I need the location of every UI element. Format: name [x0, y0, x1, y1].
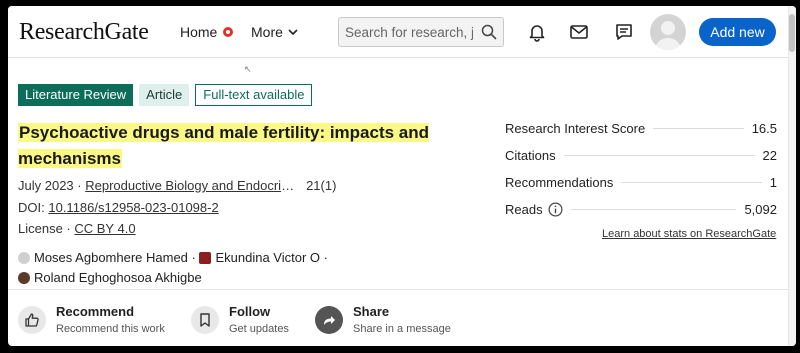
stat-label: Citations — [505, 147, 556, 163]
nav-more-label: More — [251, 24, 283, 40]
mail-icon[interactable] — [569, 22, 589, 42]
journal-link[interactable]: Reproductive Biology and Endocrinology — [85, 178, 295, 193]
author-item[interactable]: Moses Agbomhere Hamed · — [18, 249, 196, 267]
stat-label: Reads — [505, 201, 543, 217]
stat-divider — [563, 154, 755, 156]
share-label: Share — [353, 304, 390, 319]
author-item[interactable]: Ekundina Victor O · — [199, 249, 328, 267]
page-scrollbar[interactable] — [788, 6, 796, 346]
article-tags: Literature Review Article Full-text avai… — [18, 84, 313, 106]
notification-dot-icon — [223, 27, 234, 37]
author-avatar — [18, 252, 30, 264]
nav-more[interactable]: More — [251, 24, 299, 40]
info-icon[interactable] — [548, 202, 563, 217]
article-title-text: Psychoactive drugs and male fertility: i… — [18, 123, 430, 168]
tag-full-text: Full-text available — [195, 84, 313, 106]
learn-stats-link[interactable]: Learn about stats on ResearchGate — [602, 228, 776, 240]
nav-home-label: Home — [180, 24, 218, 40]
top-navbar: ResearchGate Home More Add new — [8, 6, 796, 58]
recommend-button[interactable]: Recommend Recommend this work — [18, 304, 165, 338]
profile-placeholder-icon — [655, 21, 681, 50]
doi-label: DOI: — [18, 200, 45, 215]
follow-sublabel: Get updates — [229, 323, 289, 335]
author-list: Moses Agbomhere Hamed · Ekundina Victor … — [18, 249, 398, 289]
license-link[interactable]: CC BY 4.0 — [74, 221, 135, 236]
search-icon[interactable] — [481, 24, 497, 40]
license-row: License · CC BY 4.0 — [18, 221, 136, 236]
publication-date: July 2023 · — [18, 178, 82, 193]
journal-issue: 21(1) — [306, 178, 337, 193]
share-sublabel: Share in a message — [353, 323, 451, 335]
browser-viewport: ResearchGate Home More Add new ↖ Literat… — [8, 6, 796, 346]
stat-divider — [570, 208, 737, 210]
nav-home[interactable]: Home — [180, 24, 234, 40]
message-icon[interactable] — [614, 22, 634, 42]
recommend-label: Recommend — [56, 304, 135, 319]
doi-row: DOI: 10.1186/s12958-023-01098-2 — [18, 200, 219, 215]
license-label: License · — [18, 221, 71, 236]
user-avatar[interactable] — [650, 14, 686, 50]
bookmark-icon — [191, 306, 219, 334]
stat-divider — [653, 127, 744, 129]
stat-label: Research Interest Score — [505, 120, 646, 136]
bell-icon[interactable] — [527, 22, 547, 42]
recommend-sublabel: Recommend this work — [56, 323, 165, 335]
author-avatar — [199, 252, 212, 264]
tag-literature-review: Literature Review — [18, 84, 134, 106]
search-input[interactable] — [345, 24, 473, 40]
stat-recommendations[interactable]: Recommendations 1 — [505, 173, 777, 191]
researchgate-logo[interactable]: ResearchGate — [19, 19, 149, 46]
chevron-down-icon — [288, 29, 298, 36]
tag-article: Article — [139, 84, 190, 106]
doi-link[interactable]: 10.1186/s12958-023-01098-2 — [48, 200, 218, 215]
author-avatar — [18, 272, 30, 284]
share-button[interactable]: Share Share in a message — [315, 304, 451, 338]
divider — [8, 289, 788, 290]
stat-value: 5,092 — [744, 201, 777, 217]
author-name: Moses Agbomhere Hamed · — [34, 250, 196, 265]
mouse-cursor-icon: ↖ — [244, 64, 252, 74]
article-title: Psychoactive drugs and male fertility: i… — [18, 120, 478, 172]
publication-info: July 2023 · Reproductive Biology and End… — [18, 178, 336, 193]
author-name: Ekundina Victor O · — [215, 250, 328, 265]
share-arrow-icon — [315, 306, 343, 334]
stat-reads: Reads 5,092 — [505, 200, 777, 218]
stat-label: Recommendations — [505, 174, 614, 190]
follow-label: Follow — [229, 304, 271, 319]
stat-value: 22 — [762, 147, 777, 163]
stat-value: 16.5 — [751, 120, 777, 136]
stat-divider — [621, 181, 762, 183]
scrollbar-thumb[interactable] — [789, 14, 795, 52]
stat-value: 1 — [769, 174, 777, 190]
search-box[interactable] — [338, 17, 504, 47]
thumbs-up-icon — [18, 306, 46, 334]
add-new-button[interactable]: Add new — [699, 18, 776, 46]
stat-citations[interactable]: Citations 22 — [505, 146, 777, 164]
follow-button[interactable]: Follow Get updates — [191, 304, 289, 338]
author-item[interactable]: Roland Eghoghosoa Akhigbe — [18, 269, 202, 287]
stat-research-interest: Research Interest Score 16.5 — [505, 119, 777, 137]
author-name: Roland Eghoghosoa Akhigbe — [34, 270, 202, 285]
